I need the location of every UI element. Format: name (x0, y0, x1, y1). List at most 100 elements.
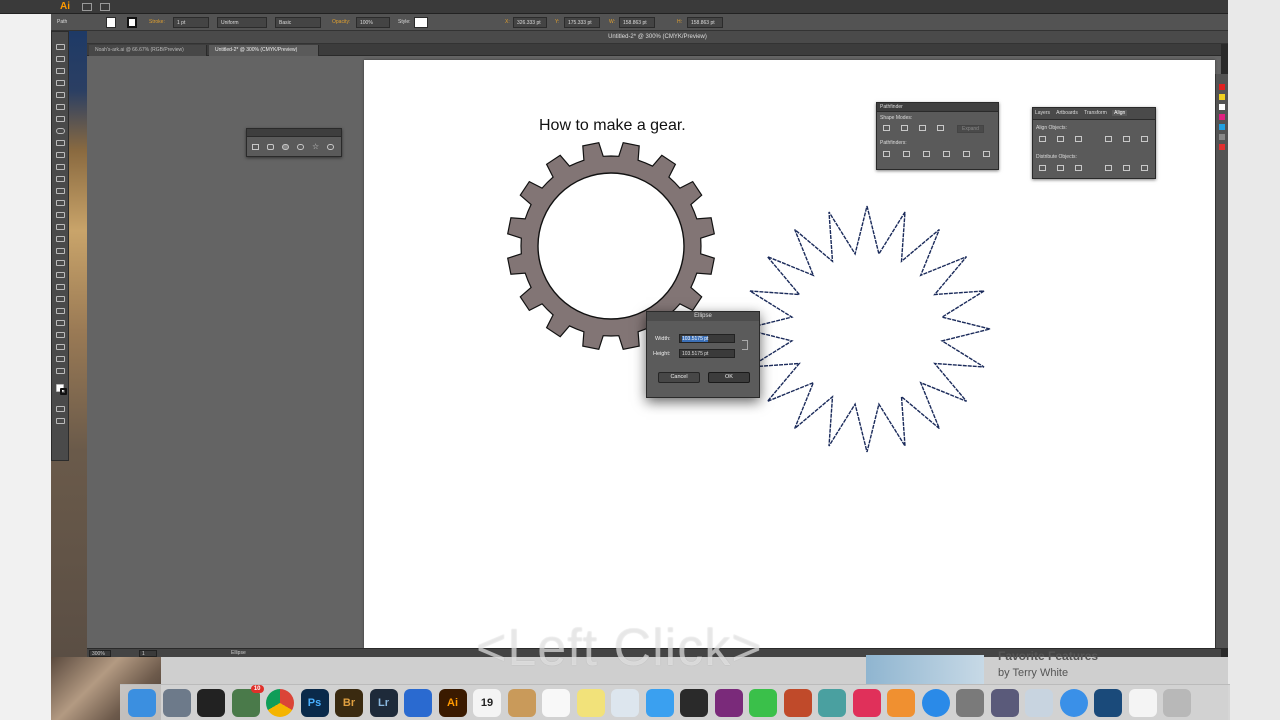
polygon-tool-icon[interactable] (297, 144, 304, 150)
facetime-icon[interactable] (749, 689, 777, 717)
iphoto-icon[interactable]: 10 (231, 685, 264, 717)
rectangle-tool-icon[interactable] (252, 144, 259, 150)
distribute-left-icon[interactable] (1105, 165, 1112, 171)
bridge-icon[interactable] (82, 3, 92, 11)
lasso-tool-icon[interactable] (56, 80, 65, 86)
blend-tool-icon[interactable] (56, 296, 65, 302)
itunes-icon[interactable] (852, 689, 881, 717)
ellipse-tool-icon[interactable] (56, 128, 65, 134)
eyedropper-tool-icon[interactable] (56, 284, 65, 290)
app-store-icon[interactable] (921, 689, 950, 717)
pathfinder-titlebar[interactable]: Pathfinder (877, 103, 998, 112)
bridge-icon[interactable]: Br (335, 689, 363, 717)
blob-brush-tool-icon[interactable] (56, 164, 65, 170)
tab-align[interactable]: Align (1112, 110, 1128, 116)
tab-layers[interactable]: Layers (1035, 110, 1050, 116)
perspective-grid-tool-icon[interactable] (56, 248, 65, 254)
photo-booth-icon[interactable] (714, 689, 743, 717)
magic-wand-tool-icon[interactable] (56, 68, 65, 74)
shape-builder-tool-icon[interactable] (56, 236, 65, 242)
type-tool-icon[interactable] (56, 104, 65, 110)
height-input[interactable]: 103.5175 pt (679, 349, 735, 358)
stickies-icon[interactable] (576, 689, 605, 717)
finder-icon[interactable] (128, 689, 156, 717)
chrome-icon[interactable] (266, 689, 294, 717)
crop-icon[interactable] (943, 151, 950, 157)
swatch-red-2[interactable] (1219, 144, 1225, 150)
exclude-icon[interactable] (937, 125, 944, 131)
expand-button[interactable]: Expand (957, 125, 984, 133)
tearoff-titlebar[interactable] (247, 129, 341, 137)
minus-back-icon[interactable] (983, 151, 990, 157)
gradient-tool-icon[interactable] (56, 272, 65, 278)
constrain-proportions-link-icon[interactable] (742, 340, 748, 350)
variable-width-profile[interactable]: Uniform (217, 17, 267, 28)
graphic-style-swatch[interactable] (414, 17, 428, 28)
document-icon[interactable] (1128, 689, 1157, 717)
pathfinder-title[interactable]: Pathfinder (880, 104, 903, 110)
tab-artboards[interactable]: Artboards (1056, 110, 1078, 116)
swatch-red[interactable] (1219, 84, 1225, 90)
current-tool-status[interactable]: Ellipse (229, 650, 299, 657)
opacity-label[interactable]: Opacity: (332, 19, 350, 25)
scale-tool-icon[interactable] (56, 200, 65, 206)
photoshop-icon[interactable]: Ps (300, 689, 329, 717)
width-field[interactable]: 158.863 pt (619, 17, 655, 28)
tab-transform[interactable]: Transform (1084, 110, 1107, 116)
safari-icon[interactable] (1059, 689, 1088, 717)
cancel-button[interactable]: Cancel (658, 372, 700, 383)
swatch-yellow[interactable] (1219, 94, 1225, 100)
align-left-icon[interactable] (1039, 136, 1046, 142)
width-input[interactable]: 103.5175 pt (679, 334, 735, 343)
stroke-color-icon[interactable] (60, 388, 67, 395)
column-graph-tool-icon[interactable] (56, 320, 65, 326)
artboard-tool-icon[interactable] (56, 332, 65, 338)
slice-tool-icon[interactable] (56, 344, 65, 350)
ellipse-tool-icon[interactable] (282, 144, 289, 150)
y-field[interactable]: 175.333 pt (564, 17, 600, 28)
swatch-white[interactable] (1219, 104, 1225, 110)
minus-front-icon[interactable] (901, 125, 908, 131)
launchpad-icon[interactable] (162, 689, 191, 717)
quicktime-icon[interactable] (1094, 689, 1122, 717)
align-horizontal-center-icon[interactable] (1057, 136, 1064, 142)
x-field[interactable]: 326.333 pt (513, 17, 547, 28)
swatch-cyan[interactable] (1219, 124, 1225, 130)
zoom-field[interactable]: 300% (89, 650, 111, 657)
maps-icon[interactable] (818, 689, 846, 717)
tab-noahs-ark[interactable]: Noah's-ark.ai @ 66.67% (RGB/Preview) (89, 45, 207, 56)
eraser-tool-icon[interactable] (56, 176, 65, 182)
mesh-tool-icon[interactable] (56, 260, 65, 266)
hp-icon[interactable] (680, 689, 708, 717)
photos-icon[interactable] (783, 689, 812, 717)
brush-definition[interactable]: Basic (275, 17, 321, 28)
swatch-gray[interactable] (1219, 134, 1225, 140)
swatch-magenta[interactable] (1219, 114, 1225, 120)
align-vertical-center-icon[interactable] (1123, 136, 1130, 142)
fill-swatch[interactable] (106, 17, 116, 28)
system-preferences-icon[interactable] (956, 689, 984, 717)
pencil-icon[interactable] (990, 689, 1019, 717)
direct-selection-tool-icon[interactable] (56, 56, 65, 62)
stroke-swatch[interactable] (127, 17, 137, 28)
outline-icon[interactable] (963, 151, 970, 157)
mail-icon[interactable] (1025, 689, 1053, 717)
distribute-vertical-center-icon[interactable] (1057, 165, 1064, 171)
divide-icon[interactable] (883, 151, 890, 157)
distribute-horizontal-center-icon[interactable] (1123, 165, 1130, 171)
distribute-top-icon[interactable] (1039, 165, 1046, 171)
align-top-icon[interactable] (1105, 136, 1112, 142)
tab-untitled-2[interactable]: Untitled-2* @ 300% (CMYK/Preview) (209, 45, 319, 56)
reminders-icon[interactable] (542, 689, 570, 717)
messages-icon[interactable] (645, 689, 674, 717)
preview-icon[interactable] (611, 689, 639, 717)
screen-mode-icon[interactable] (56, 418, 65, 424)
illustrator-icon[interactable]: Ai (438, 689, 467, 717)
hand-tool-icon[interactable] (56, 356, 65, 362)
pen-tool-icon[interactable] (56, 92, 65, 98)
distribute-bottom-icon[interactable] (1075, 165, 1082, 171)
stroke-weight-field[interactable]: 1 pt (173, 17, 209, 28)
arrange-documents-icon[interactable] (100, 3, 110, 11)
notes-icon[interactable] (507, 689, 536, 717)
intersect-icon[interactable] (919, 125, 926, 131)
